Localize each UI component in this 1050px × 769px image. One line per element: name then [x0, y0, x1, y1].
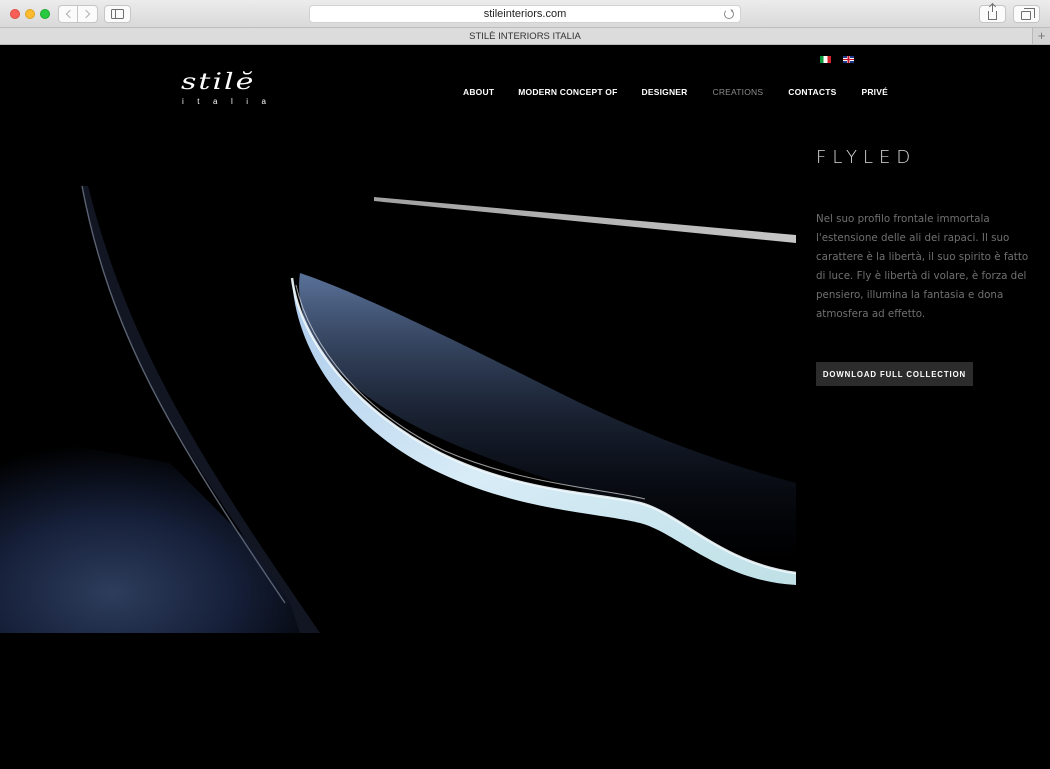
- site-page: stilĕ italia ABOUT MODERN CONCEPT OF DES…: [0, 45, 1050, 769]
- italian-flag-icon[interactable]: [820, 56, 831, 63]
- browser-toolbar: stileinteriors.com: [0, 0, 1050, 28]
- chevron-right-icon: [81, 9, 91, 19]
- close-window-button[interactable]: [10, 9, 20, 19]
- nav-prive[interactable]: PRIVÉ: [861, 87, 888, 97]
- share-icon: [988, 4, 997, 20]
- logo-wordmark: stilĕ: [181, 68, 256, 95]
- product-description: Nel suo profilo frontale immortala l'est…: [816, 213, 1029, 320]
- back-button[interactable]: [58, 5, 78, 23]
- nav-contacts[interactable]: CONTACTS: [788, 87, 836, 97]
- show-tabs-button[interactable]: [1013, 5, 1040, 23]
- chevron-left-icon: [65, 9, 74, 19]
- nav-about[interactable]: ABOUT: [463, 87, 494, 97]
- tabs-icon: [1020, 7, 1035, 20]
- main-nav: ABOUT MODERN CONCEPT OF DESIGNER CREATIO…: [463, 87, 888, 97]
- new-tab-button[interactable]: +: [1032, 28, 1050, 44]
- nav-modern-concept[interactable]: MODERN CONCEPT OF: [518, 87, 617, 97]
- minimize-window-button[interactable]: [25, 9, 35, 19]
- tab-strip: STILÈ INTERIORS ITALIA +: [0, 28, 1050, 45]
- sidebar-icon: [111, 9, 124, 19]
- tab-title[interactable]: STILÈ INTERIORS ITALIA: [469, 31, 581, 42]
- product-title: FLYLED: [816, 147, 917, 168]
- language-switcher: [820, 56, 854, 63]
- share-button[interactable]: [979, 4, 1006, 23]
- reload-icon[interactable]: [724, 9, 734, 19]
- url-text: stileinteriors.com: [483, 8, 567, 20]
- sidebar-toggle-button[interactable]: [104, 5, 131, 23]
- site-logo[interactable]: stilĕ italia: [181, 68, 311, 109]
- nav-creations[interactable]: CREATIONS: [713, 87, 764, 97]
- product-hero-image: [0, 133, 796, 633]
- download-collection-button[interactable]: DOWNLOAD FULL COLLECTION: [816, 362, 973, 386]
- nav-designer[interactable]: DESIGNER: [642, 87, 688, 97]
- forward-button[interactable]: [78, 5, 98, 23]
- address-bar[interactable]: stileinteriors.com: [309, 5, 741, 23]
- zoom-window-button[interactable]: [40, 9, 50, 19]
- logo-subtitle: italia: [182, 97, 280, 106]
- uk-flag-icon[interactable]: [843, 56, 854, 63]
- lamp-photo: [0, 133, 796, 633]
